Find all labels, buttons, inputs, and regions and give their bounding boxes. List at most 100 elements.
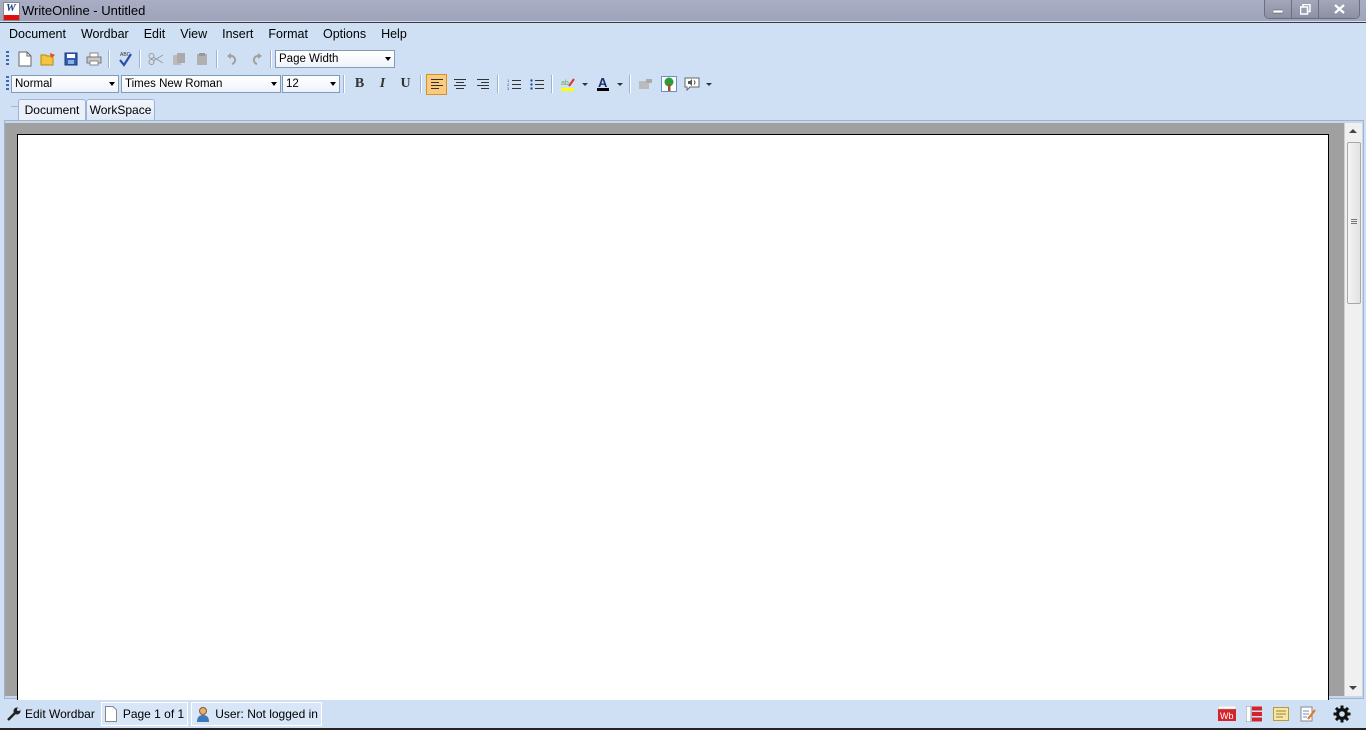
numbered-list-button[interactable]: 123 [503,74,524,95]
font-select-value: Times New Roman [125,78,223,90]
font-color-dropdown-icon[interactable] [617,82,623,86]
edit-wordbar-label: Edit Wordbar [25,707,95,721]
font-select[interactable]: Times New Roman [121,75,281,93]
speak-hand-icon [638,79,652,89]
italic-button[interactable]: I [372,74,393,95]
menu-document[interactable]: Document [0,27,72,41]
new-document-icon [18,51,31,67]
menu-options[interactable]: Options [314,27,372,41]
print-button[interactable] [83,49,104,70]
numbered-list-icon: 123 [507,78,521,91]
chevron-down-icon [330,82,336,86]
open-button[interactable] [37,49,58,70]
standard-toolbar: ABC Page Width [0,47,395,71]
document-pencil-icon [1300,706,1316,722]
save-icon [64,52,77,66]
toolbar-grip[interactable] [6,51,9,67]
scroll-down-icon[interactable] [1349,686,1357,690]
chevron-down-icon [385,57,391,61]
speak-selection-button[interactable] [635,74,656,95]
highlight-dropdown-icon[interactable] [582,82,588,86]
status-bar: Edit Wordbar Page 1 of 1 User: Not logge… [0,700,1366,728]
scroll-up-icon[interactable] [1349,129,1357,133]
align-right-icon [476,79,489,89]
toolbar-separator [420,75,422,93]
font-color-button[interactable]: A [592,74,613,95]
scroll-thumb[interactable] [1347,142,1361,304]
window-controls [1264,0,1360,19]
bullet-list-button[interactable] [526,74,547,95]
zoom-select-value: Page Width [279,53,339,65]
speech-bubble-icon [684,77,699,91]
page-count-label: Page 1 of 1 [122,707,185,721]
minimize-button[interactable] [1265,0,1291,18]
menu-insert[interactable]: Insert [213,27,259,41]
copy-button[interactable] [168,49,189,70]
toolbar-grip[interactable] [6,76,9,92]
toolbar-separator [497,75,499,93]
highlight-button[interactable]: ab [557,74,578,95]
vertical-scrollbar[interactable] [1344,123,1362,696]
tab-workspace[interactable]: WorkSpace [86,99,155,120]
settings-button[interactable] [1332,704,1352,724]
zoom-select[interactable]: Page Width [275,50,395,68]
spell-check-button[interactable]: ABC [114,49,135,70]
font-color-icon: A [596,76,609,91]
menu-wordbar[interactable]: Wordbar [72,27,135,41]
align-left-button[interactable] [426,73,447,95]
toolbar-separator [629,75,631,93]
redo-button[interactable] [245,49,266,70]
paste-icon [196,53,207,65]
minimize-icon [1273,9,1283,14]
underline-button[interactable]: U [395,74,416,95]
word-tree-button[interactable] [658,74,679,95]
document-page[interactable] [17,134,1329,705]
title-bar: W WriteOnline - Untitled [0,0,1366,21]
menu-view[interactable]: View [171,27,213,41]
edit-document-button[interactable] [1298,704,1318,724]
align-right-button[interactable] [472,74,493,95]
speech-button[interactable] [681,74,702,95]
menu-bar: Document Wordbar Edit View Insert Format… [0,22,1366,45]
style-select[interactable]: Normal [11,75,119,93]
speech-dropdown-icon[interactable] [706,82,712,86]
notes-button[interactable] [1271,704,1291,724]
chevron-down-icon [109,82,115,86]
save-button[interactable] [60,49,81,70]
menu-help[interactable]: Help [372,27,413,41]
restore-button[interactable] [1291,0,1318,18]
new-document-button[interactable] [14,49,35,70]
word-list-button[interactable] [1244,704,1264,724]
menu-edit[interactable]: Edit [135,27,172,41]
view-tabs: Document WorkSpace [0,98,1366,121]
toolbar-separator [270,50,272,68]
restore-icon [1299,3,1311,15]
sticky-note-icon [1273,707,1289,721]
cut-icon [148,53,163,65]
spell-check-icon: ABC [118,52,132,67]
italic-icon: I [379,76,386,91]
status-tools: Wb [1210,703,1352,725]
redo-icon [252,53,262,65]
svg-text:ab: ab [561,80,569,87]
undo-button[interactable] [222,49,243,70]
align-left-icon [430,79,443,89]
wordbar-button[interactable]: Wb [1217,704,1237,724]
gear-icon [1333,705,1351,723]
font-size-select[interactable]: 12 [282,75,340,93]
close-button[interactable] [1318,0,1359,18]
menu-format[interactable]: Format [259,27,314,41]
tab-document[interactable]: Document [18,99,86,120]
style-select-value: Normal [15,78,53,90]
cut-button[interactable] [145,49,166,70]
paste-button[interactable] [191,49,212,70]
undo-icon [226,53,236,65]
user-status[interactable]: User: Not logged in [191,702,322,726]
numbered-list-red-icon [1246,706,1262,722]
copy-icon [172,53,185,65]
page-icon [104,706,117,722]
edit-wordbar-button[interactable]: Edit Wordbar [3,703,98,725]
bold-button[interactable]: B [349,74,370,95]
toolbar-separator [108,50,110,68]
align-center-button[interactable] [449,74,470,95]
